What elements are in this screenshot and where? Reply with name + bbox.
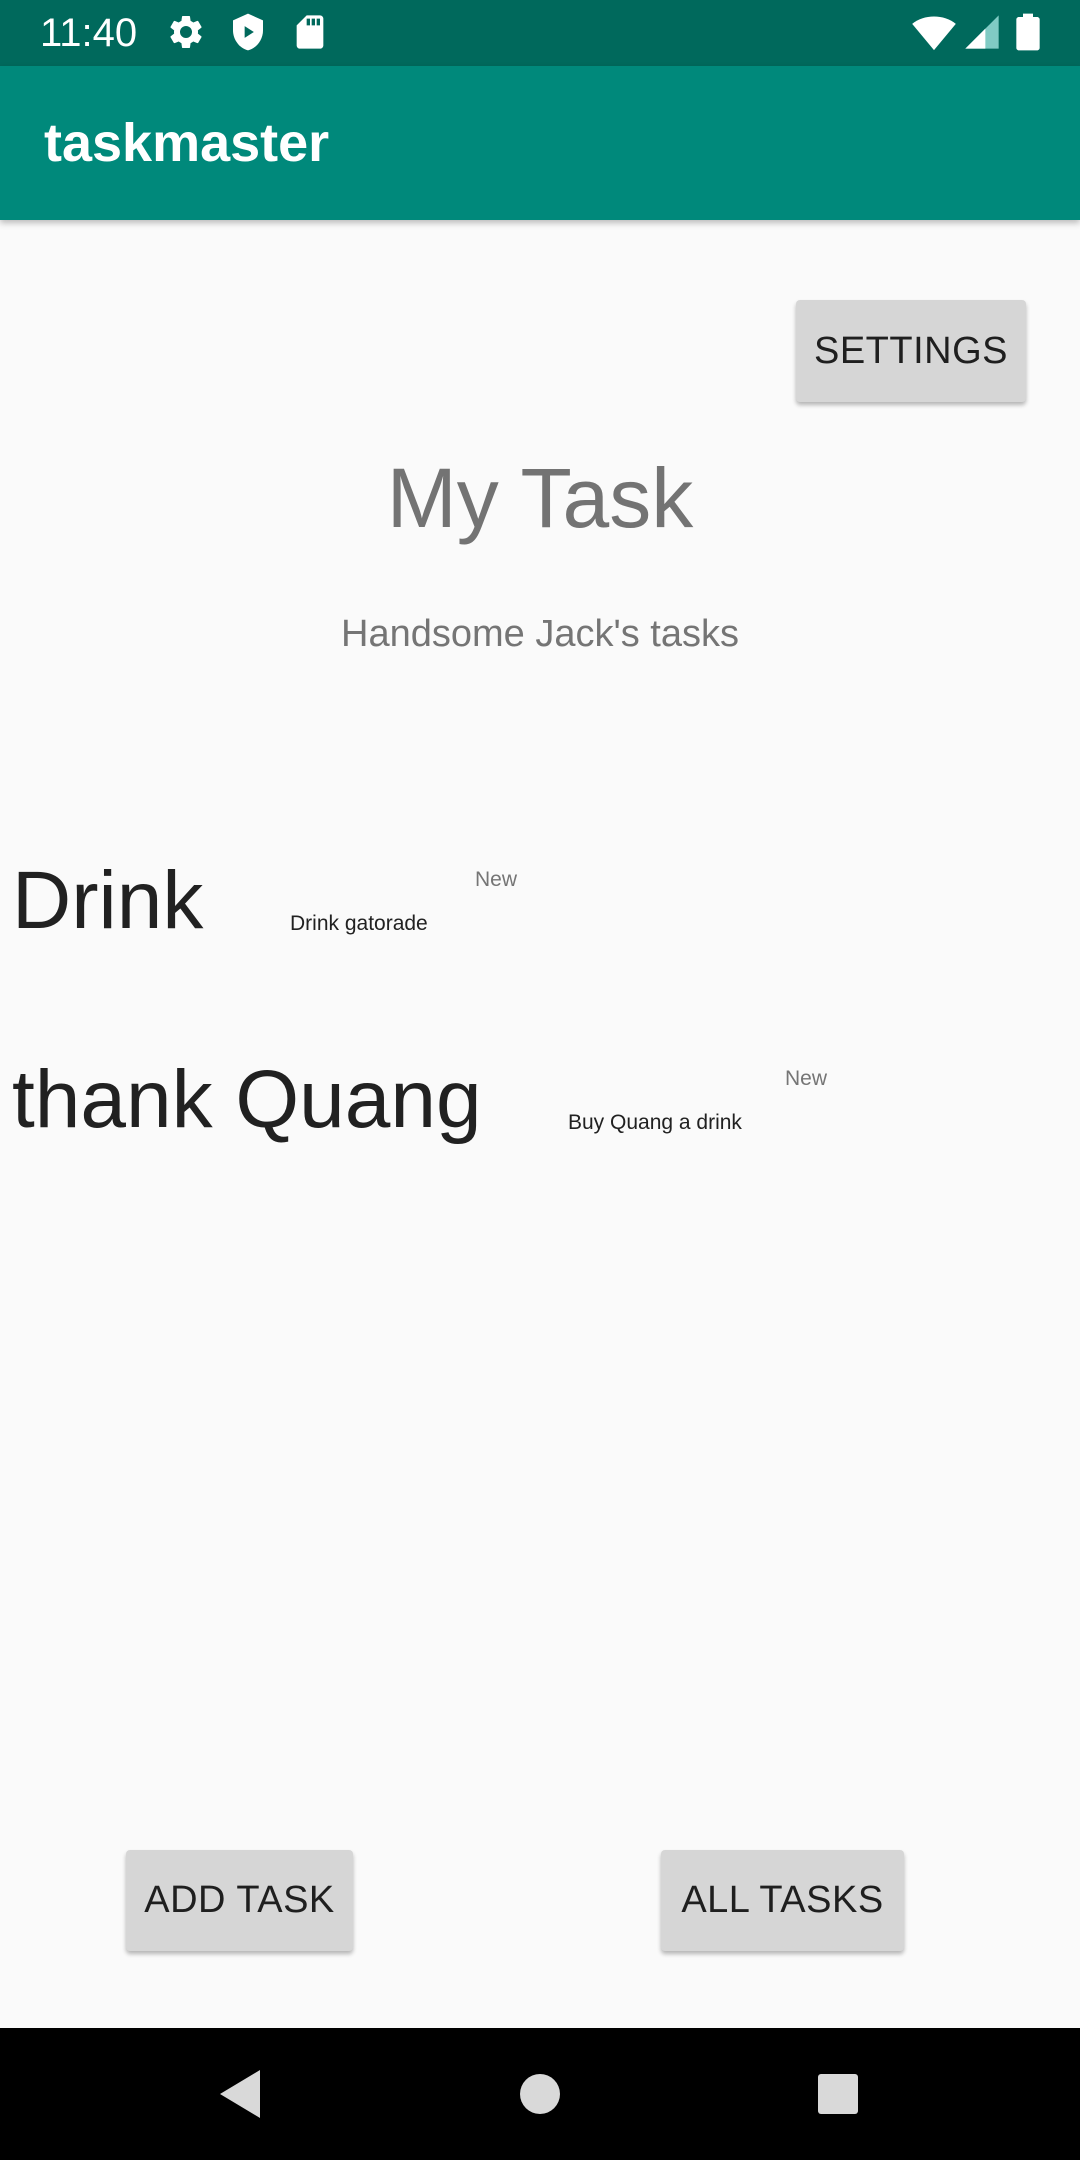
task-body: Buy Quang a drink (568, 1111, 742, 1134)
signal-icon (962, 12, 1002, 57)
navigation-bar (0, 2028, 1080, 2160)
task-state: New (785, 1067, 828, 1090)
gear-icon (166, 12, 206, 57)
page-subtitle: Handsome Jack's tasks (341, 613, 739, 655)
sd-card-icon (290, 12, 330, 57)
settings-button[interactable]: SETTINGS (796, 300, 1026, 402)
app-title: taskmaster (44, 113, 330, 173)
add-task-button[interactable]: ADD TASK (126, 1850, 353, 1951)
task-body: Drink gatorade (290, 912, 428, 935)
page-title: My Task (386, 451, 694, 545)
recents-icon[interactable] (816, 2064, 860, 2129)
battery-icon (1014, 12, 1042, 57)
home-icon[interactable] (518, 2064, 562, 2129)
task-state: New (475, 868, 518, 891)
all-tasks-button[interactable]: ALL TASKS (661, 1850, 904, 1951)
task-title: Drink (12, 855, 204, 946)
app-bar: taskmaster (0, 66, 1080, 220)
status-time: 11:40 (40, 11, 138, 55)
wifi-icon (912, 12, 956, 57)
status-bar: 11:40 (0, 0, 1080, 66)
back-icon[interactable] (216, 2064, 264, 2129)
task-title: thank Quang (12, 1054, 482, 1145)
shield-icon (228, 12, 268, 57)
